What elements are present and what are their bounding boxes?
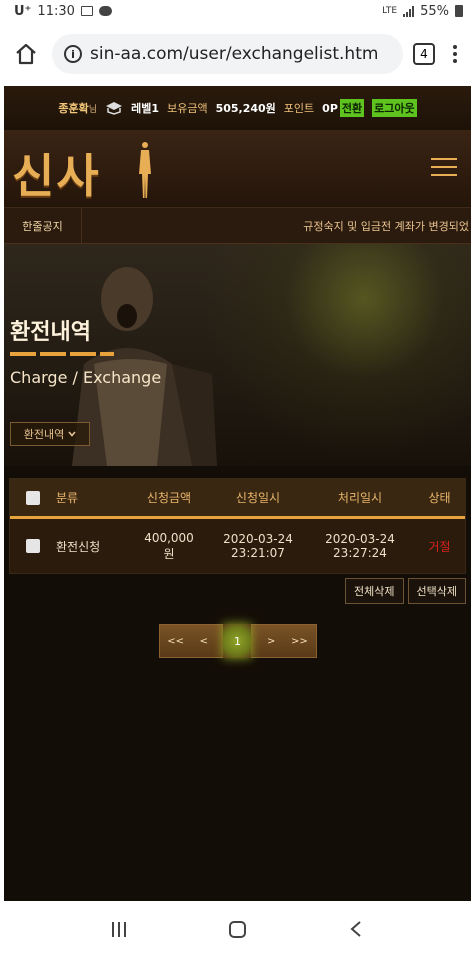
nav-home-button[interactable]: [228, 920, 246, 938]
battery-percent: 55%: [420, 3, 449, 19]
select-all-checkbox[interactable]: [26, 490, 40, 505]
notice-label: 한줄공지: [4, 208, 82, 243]
talk-icon: [98, 6, 112, 16]
current-page-button[interactable]: 1: [223, 624, 252, 658]
row-processed-at: 2020-03-24 23:27:24: [325, 532, 395, 560]
page-title: 환전내역: [10, 320, 91, 345]
title-underline: [10, 352, 114, 356]
page-banner: 환전내역 Charge / Exchange 환전내역: [4, 244, 471, 466]
signal-icon: [403, 5, 415, 17]
page-subtitle: Charge / Exchange: [10, 368, 162, 387]
home-icon: [16, 43, 36, 65]
logout-button[interactable]: 로그아웃: [372, 99, 417, 117]
status-bar: U⁺ 11:30 LTE 55%: [0, 0, 475, 22]
exchange-table: 분류 신청금액 신청일시 처리일시 상태 환전신청 400,000 원 2020…: [9, 478, 466, 574]
home-button[interactable]: [10, 38, 42, 70]
site-logo[interactable]: 신사: [12, 140, 101, 206]
url-text: sin-aa.com/user/exchangelist.htm: [90, 44, 379, 64]
browser-toolbar: i sin-aa.com/user/exchangelist.htm 4: [0, 22, 475, 86]
user-info-bar: 종훈확님 레벨1 보유금액 505,240원 포인트 0P 전환 로그아웃: [4, 86, 471, 130]
next-page-button[interactable]: >: [267, 636, 275, 647]
last-page-button[interactable]: >>: [291, 636, 308, 647]
level-label: 레벨1: [131, 102, 160, 115]
column-processed: 처리일시: [337, 491, 383, 505]
row-status-badge: 거절: [428, 539, 451, 554]
back-button[interactable]: [349, 920, 363, 938]
history-type-dropdown[interactable]: 환전내역: [10, 422, 90, 446]
clock: 11:30: [37, 3, 75, 19]
recent-apps-button[interactable]: [111, 921, 126, 937]
prev-page-button[interactable]: <: [200, 636, 208, 647]
menu-button[interactable]: [431, 158, 457, 176]
tab-switcher-button[interactable]: 4: [413, 43, 435, 65]
table-row: 환전신청 400,000 원 2020-03-24 23:21:07 2020-…: [10, 519, 465, 573]
dropdown-label: 환전내역: [23, 428, 65, 441]
table-actions: 전체삭제 선택삭제: [9, 578, 466, 604]
user-name: 종훈확님: [58, 102, 98, 115]
browser-menu-button[interactable]: [445, 45, 465, 63]
table-header: 분류 신청금액 신청일시 처리일시 상태: [10, 479, 465, 519]
notice-marquee: 규정숙지 및 입금전 계좌가 변경되었: [303, 219, 469, 233]
gallery-icon: [80, 6, 93, 16]
balance-label: 보유금액: [167, 102, 208, 115]
notice-bar: 한줄공지 규정숙지 및 입금전 계좌가 변경되었: [4, 208, 471, 244]
row-amount: 400,000 원: [144, 530, 194, 561]
pagination: << < 1 > >>: [158, 624, 317, 658]
info-icon[interactable]: i: [64, 45, 82, 63]
column-amount: 신청금액: [146, 491, 192, 505]
chevron-down-icon: [68, 431, 76, 437]
row-checkbox[interactable]: [26, 539, 40, 553]
row-requested-at: 2020-03-24 23:21:07: [223, 532, 293, 560]
column-requested: 신청일시: [235, 491, 281, 505]
first-page-button[interactable]: <<: [167, 636, 184, 647]
row-type: 환전신청: [56, 539, 101, 554]
delete-selected-button[interactable]: 선택삭제: [407, 578, 466, 604]
address-bar[interactable]: i sin-aa.com/user/exchangelist.htm: [52, 34, 403, 74]
balance-value: 505,240원: [215, 102, 276, 115]
website: 종훈확님 레벨1 보유금액 505,240원 포인트 0P 전환 로그아웃 신사…: [4, 86, 471, 901]
convert-button[interactable]: 전환: [339, 99, 365, 117]
column-status: 상태: [428, 491, 451, 505]
gentleman-figure-icon: [139, 142, 151, 198]
battery-icon: [455, 5, 463, 17]
level-icon: [106, 102, 123, 115]
column-type: 분류: [56, 491, 79, 505]
site-header: 신사: [4, 130, 471, 208]
carrier-label: U⁺: [14, 3, 32, 19]
exchange-list-section: 분류 신청금액 신청일시 처리일시 상태 환전신청 400,000 원 2020…: [4, 466, 471, 658]
system-nav-bar: [0, 901, 475, 957]
point-label: 포인트: [283, 102, 315, 115]
lte-indicator: LTE: [382, 5, 398, 16]
point-value: 0P: [322, 101, 338, 115]
delete-all-button[interactable]: 전체삭제: [345, 578, 404, 604]
